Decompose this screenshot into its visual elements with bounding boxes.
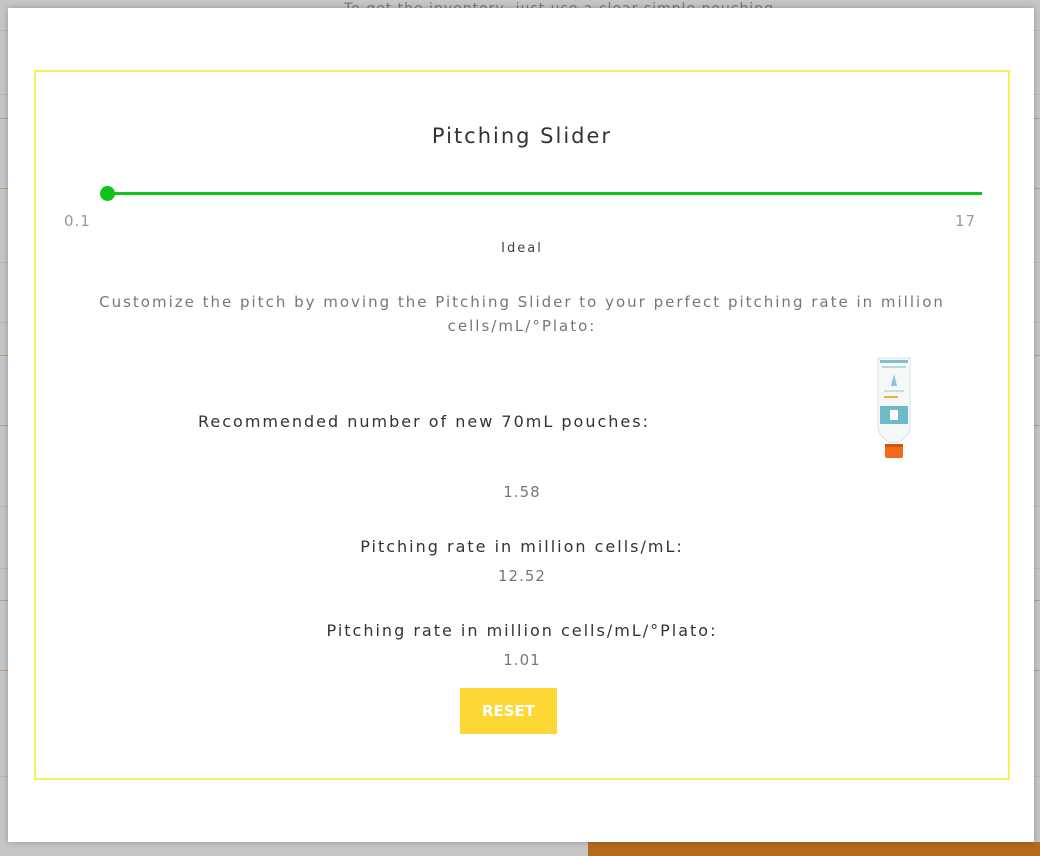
pitching-rate-label: Pitching rate in million cells/mL:: [360, 537, 684, 556]
calculator-frame: Pitching Slider 0.1 17 Ideal Customize t…: [34, 70, 1010, 780]
yeast-pouch-image: [877, 357, 911, 458]
pitching-rate-plato-value: 1.01: [503, 651, 541, 669]
slider-max-label: 17: [955, 212, 977, 230]
pitching-rate-plato-label: Pitching rate in million cells/mL/°Plato…: [326, 621, 718, 640]
pouches-label: Recommended number of new 70mL pouches:: [198, 412, 650, 431]
slider-min-label: 0.1: [64, 212, 91, 230]
modal-title: Pitching Slider: [431, 124, 613, 148]
pitching-slider[interactable]: [100, 182, 982, 206]
slider-thumb[interactable]: [100, 186, 115, 201]
instructions-text: Customize the pitch by moving the Pitchi…: [99, 293, 945, 335]
pitching-slider-modal: Pitching Slider 0.1 17 Ideal Customize t…: [8, 8, 1034, 842]
pitching-rate-value: 12.52: [498, 567, 546, 585]
slider-track[interactable]: [108, 192, 982, 195]
background-orange-bar: [588, 842, 1040, 856]
ideal-label: Ideal: [501, 241, 543, 256]
pouches-value: 1.58: [503, 483, 541, 501]
reset-button[interactable]: RESET: [460, 688, 557, 734]
